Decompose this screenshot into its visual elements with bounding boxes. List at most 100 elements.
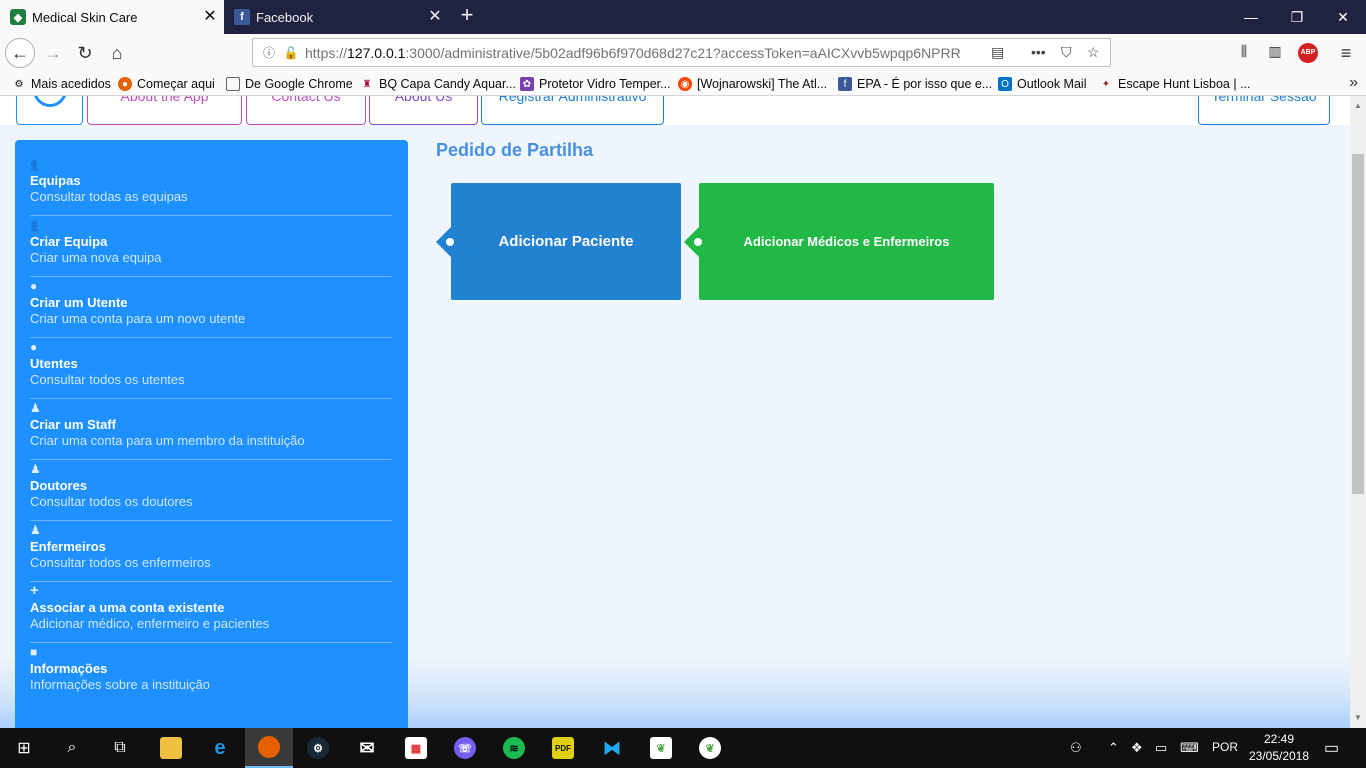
close-window-icon[interactable]: ✕ (1320, 0, 1366, 34)
bookmark-epa[interactable]: f EPA - É por isso que e... (838, 75, 992, 93)
scroll-up-icon[interactable]: ▲ (1350, 98, 1366, 114)
viber-icon[interactable]: ☏ (441, 728, 489, 768)
sidebar-item-enfermeiros[interactable]: ♟ Enfermeiros Consultar todos os enferme… (30, 521, 392, 582)
home-icon[interactable]: ⌂ (102, 38, 132, 68)
bookmark-folder-google-chrome[interactable]: De Google Chrome (226, 75, 353, 93)
logo-button[interactable] (16, 96, 83, 125)
bookmark-bq-capa[interactable]: ♜ BQ Capa Candy Aquar... (360, 75, 516, 93)
user-icon: ● (30, 279, 38, 293)
mail-icon[interactable]: ✉ (343, 728, 391, 768)
search-icon[interactable]: ⌕ (48, 728, 96, 768)
info-icon[interactable]: ⓘ (261, 45, 277, 61)
mongodb-icon[interactable]: ❦ (637, 728, 685, 768)
bookmark-comecar-aqui[interactable]: ● Começar aqui (118, 75, 215, 93)
windows-taskbar: ⊞ ⌕ ⧉ e ⚙ ✉ ▦ ☏ ≋ PDF ⧓ ❦ ❦ ⚇ ⌃ ❖ ▭ ⌨ PO… (0, 728, 1366, 768)
register-admin-button[interactable]: Registrar Administrativo (481, 96, 664, 125)
sidebar-item-utentes[interactable]: ● Utentes Consultar todos os utentes (30, 338, 392, 399)
lock-icon: ■ (30, 645, 38, 659)
task-view-icon[interactable]: ⧉ (96, 728, 144, 768)
sidebar-item-doutores[interactable]: ♟ Doutores Consultar todos os doutores (30, 460, 392, 521)
pocket-icon[interactable]: ⛉ (1061, 44, 1072, 61)
file-explorer-icon[interactable] (147, 728, 195, 768)
sidebar-item-informacoes[interactable]: ■ Informações Informações sobre a instit… (30, 643, 392, 704)
forward-arrow-icon[interactable]: → (38, 38, 68, 68)
language-indicator[interactable]: POR (1212, 740, 1238, 754)
add-doctors-nurses-label: Adicionar Médicos e Enfermeiros (743, 234, 950, 249)
close-tab-icon[interactable]: ✕ (423, 9, 447, 25)
page-scrollbar[interactable]: ▲ ▼ (1350, 96, 1366, 728)
store-icon[interactable]: ▦ (392, 728, 440, 768)
bookmark-protetor-vidro[interactable]: ✿ Protetor Vidro Temper... (520, 75, 671, 93)
folder-icon (226, 77, 240, 91)
sidebar-item-associar-conta[interactable]: + Associar a uma conta existente Adicion… (30, 582, 392, 643)
sidebar-item-criar-equipa[interactable]: 👥 Criar Equipa Criar uma nova equipa (30, 216, 392, 277)
about-app-button[interactable]: About the App (87, 96, 242, 125)
shop-icon: ✿ (520, 77, 534, 91)
add-patient-label: Adicionar Paciente (498, 233, 634, 250)
browser-nav-bar: ← → ↻ ⌂ ⓘ 🔓 https://127.0.0.1:3000/admin… (0, 34, 1366, 72)
tab-title: Facebook (256, 9, 314, 25)
edge-icon[interactable]: e (196, 728, 244, 768)
reload-icon[interactable]: ↻ (70, 38, 100, 68)
add-patient-card[interactable]: Adicionar Paciente (436, 183, 681, 300)
people-icon[interactable]: ⚇ (1070, 740, 1082, 756)
staff-icon: ♟ (30, 462, 41, 476)
sidebar-item-criar-utente[interactable]: ● Criar um Utente Criar uma conta para u… (30, 277, 392, 338)
bookmarks-toolbar: ⚙ Mais acedidos ● Começar aqui De Google C… (0, 72, 1366, 96)
tab-medical-skin-care[interactable]: ◆ Medical Skin Care ✕ (0, 0, 224, 34)
bq-icon: ♜ (362, 78, 372, 90)
sidebar-menu: 👥 Equipas Consultar todas as equipas 👥 C… (15, 140, 408, 728)
plus-icon: + (30, 582, 39, 599)
bookmark-outlook-mail[interactable]: O Outlook Mail (998, 75, 1086, 93)
facebook-icon: f (838, 77, 852, 91)
group-icon: 👥 (30, 157, 45, 171)
tab-facebook[interactable]: f Facebook ✕ (224, 0, 449, 34)
insecure-lock-icon[interactable]: 🔓 (283, 45, 299, 61)
dropbox-icon[interactable]: ❖ (1131, 740, 1143, 756)
adblock-plus-icon[interactable]: ABP (1298, 43, 1318, 63)
windows-start-icon[interactable]: ⊞ (0, 728, 48, 768)
back-arrow-icon[interactable]: ← (5, 38, 35, 68)
menu-hamburger-icon[interactable]: ≡ (1336, 43, 1356, 63)
scrollbar-thumb[interactable] (1352, 154, 1364, 494)
firefox-taskbar-icon[interactable] (245, 728, 293, 768)
steam-icon[interactable]: ⚙ (294, 728, 342, 768)
action-center-icon[interactable]: ▭ (1324, 738, 1339, 758)
sidebar-item-equipas[interactable]: 👥 Equipas Consultar todas as equipas (30, 155, 392, 216)
bookmark-mais-acedidos[interactable]: ⚙ Mais acedidos (12, 75, 111, 93)
keyboard-icon[interactable]: ⌨ (1180, 740, 1199, 756)
new-tab-icon[interactable]: + (455, 4, 479, 28)
scroll-down-icon[interactable]: ▼ (1350, 710, 1366, 726)
app-logo-icon (33, 96, 67, 107)
facebook-favicon-icon: f (234, 9, 250, 25)
url-text[interactable]: https://127.0.0.1:3000/administrative/5b… (305, 45, 985, 61)
page-actions-icon[interactable]: ••• (1031, 44, 1046, 60)
user-icon: ● (30, 340, 38, 354)
sidebar-item-criar-staff[interactable]: ♟ Criar um Staff Criar uma conta para um… (30, 399, 392, 460)
address-bar[interactable]: ⓘ 🔓 https://127.0.0.1:3000/administrativ… (252, 38, 1111, 67)
bookmark-wojnarowski[interactable]: ◉ [Wojnarowski] The Atl... (678, 75, 827, 93)
pdf-reader-icon[interactable]: PDF (539, 728, 587, 768)
add-doctors-nurses-card[interactable]: Adicionar Médicos e Enfermeiros (684, 183, 994, 300)
taskbar-clock[interactable]: 22:49 23/05/2018 (1246, 731, 1312, 765)
tray-chevron-icon[interactable]: ⌃ (1108, 740, 1119, 756)
bookmark-star-icon[interactable]: ☆ (1087, 44, 1100, 61)
contact-us-button[interactable]: Contact Us (246, 96, 366, 125)
about-us-button[interactable]: About Us (369, 96, 478, 125)
reader-view-icon[interactable]: ▤ (991, 44, 1004, 61)
restore-icon[interactable]: ❐ (1274, 0, 1320, 34)
close-tab-icon[interactable]: ✕ (198, 9, 222, 25)
vscode-icon[interactable]: ⧓ (588, 728, 636, 768)
mongodb-compass-icon[interactable]: ❦ (686, 728, 734, 768)
staff-icon: ♟ (30, 401, 41, 415)
minimize-icon[interactable]: — (1228, 0, 1274, 34)
battery-icon[interactable]: ▭ (1155, 740, 1167, 756)
library-icon[interactable]: ⫼ (1234, 43, 1254, 63)
clock-time: 22:49 (1263, 732, 1295, 746)
sidebar-toggle-icon[interactable]: ▥ (1265, 43, 1285, 63)
logout-button[interactable]: Terminar Sessão (1198, 96, 1330, 125)
more-bookmarks-chevron-icon[interactable]: » (1349, 74, 1358, 92)
bookmark-escape-hunt[interactable]: ✦ Escape Hunt Lisboa | ... (1099, 75, 1251, 93)
top-navigation: About the App Contact Us About Us Regist… (0, 96, 1350, 126)
spotify-icon[interactable]: ≋ (490, 728, 538, 768)
